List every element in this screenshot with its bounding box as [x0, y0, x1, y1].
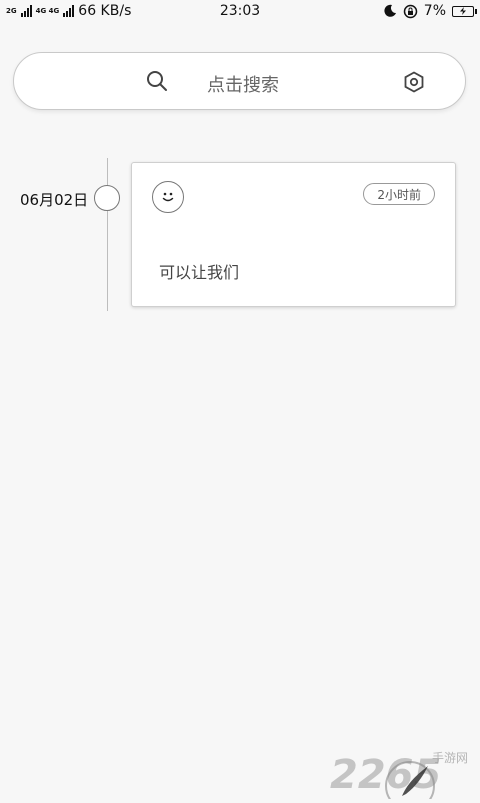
status-right: 7% [383, 3, 477, 19]
diary-entry-card[interactable]: 2小时前 可以让我们 [131, 162, 456, 307]
timeline-node [94, 185, 120, 211]
battery-icon [452, 5, 477, 17]
rotation-lock-icon [403, 4, 418, 18]
svg-text:手游网: 手游网 [432, 751, 468, 765]
search-icon[interactable] [146, 70, 168, 92]
smiley-icon [152, 181, 184, 213]
time-ago-badge: 2小时前 [363, 183, 435, 205]
battery-percent: 7% [423, 3, 446, 19]
entry-text: 可以让我们 [159, 263, 240, 282]
search-placeholder[interactable]: 点击搜索 [207, 71, 279, 97]
watermark-logo: 2265 手游网 [328, 738, 480, 803]
timeline-date: 06月02日 [20, 191, 89, 209]
moon-icon [384, 4, 396, 17]
status-bar: 2G 4G 4G 66 KB/s 23:03 7% [0, 0, 480, 24]
settings-icon[interactable] [403, 71, 425, 93]
timeline-line [107, 158, 108, 311]
search-bar[interactable]: 点击搜索 [13, 52, 466, 110]
